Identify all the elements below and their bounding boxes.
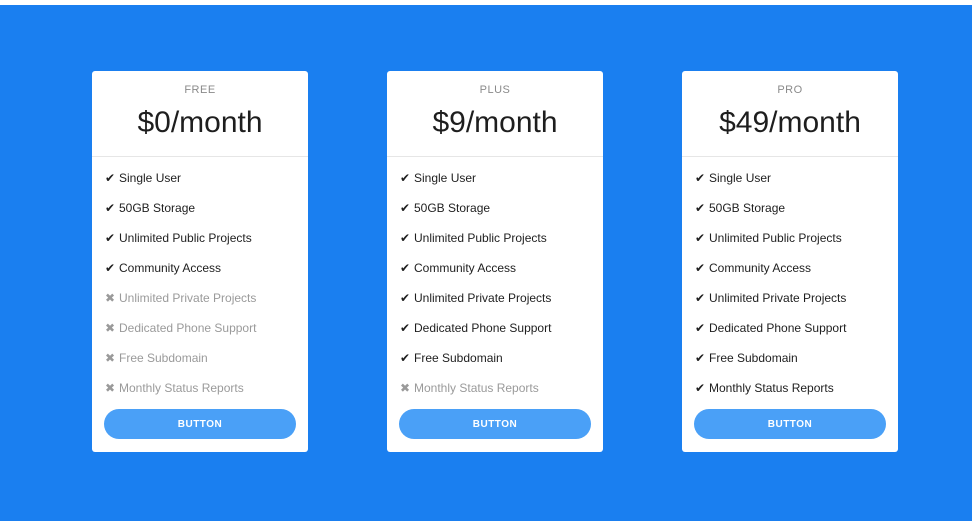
card-header: FREE $0/month	[92, 71, 308, 157]
feature-item: ✔ Dedicated Phone Support	[400, 321, 603, 351]
feature-list: ✔ Single User ✔ 50GB Storage ✔ Unlimited Publ…	[387, 157, 603, 411]
check-icon: ✔	[400, 201, 411, 215]
plus-plan-button[interactable]: BUTTON	[399, 409, 591, 439]
feature-label: Unlimited Private Projects	[709, 291, 847, 305]
pricing-card-pro: PRO $49/month ✔ Single User ✔ 50GB Storage ✔…	[682, 71, 898, 452]
free-plan-button[interactable]: BUTTON	[104, 409, 296, 439]
feature-label: Unlimited Public Projects	[414, 231, 547, 245]
feature-label: Community Access	[709, 261, 812, 275]
feature-label: Monthly Status Reports	[414, 381, 539, 395]
feature-item: ✔ 50GB Storage	[105, 201, 308, 231]
feature-item: ✔ Unlimited Private Projects	[400, 291, 603, 321]
pricing-section: FREE $0/month ✔ Single User ✔ 50GB Storage ✔…	[0, 5, 972, 521]
feature-item: ✔ Community Access	[105, 261, 308, 291]
feature-label: 50GB Storage	[709, 201, 786, 215]
feature-item: ✔ Single User	[695, 171, 898, 201]
check-icon: ✔	[400, 321, 411, 335]
check-icon: ✔	[695, 231, 706, 245]
feature-item: ✖ Dedicated Phone Support	[105, 321, 308, 351]
plan-name: PLUS	[479, 84, 511, 96]
check-icon: ✔	[695, 381, 706, 395]
feature-label: Unlimited Private Projects	[119, 291, 257, 305]
card-header: PRO $49/month	[682, 71, 898, 157]
feature-item: ✖ Free Subdomain	[105, 351, 308, 381]
times-icon: ✖	[105, 321, 116, 335]
plan-price: $0/month	[137, 106, 263, 139]
feature-item: ✔ Single User	[105, 171, 308, 201]
plan-name: FREE	[184, 84, 216, 96]
feature-item: ✔ Unlimited Public Projects	[105, 231, 308, 261]
feature-item: ✖ Monthly Status Reports	[400, 381, 603, 411]
feature-label: Unlimited Public Projects	[119, 231, 252, 245]
pricing-card-plus: PLUS $9/month ✔ Single User ✔ 50GB Storage ✔…	[387, 71, 603, 452]
check-icon: ✔	[400, 231, 411, 245]
check-icon: ✔	[695, 351, 706, 365]
feature-item: ✔ Dedicated Phone Support	[695, 321, 898, 351]
feature-label: 50GB Storage	[119, 201, 196, 215]
feature-item: ✔ Community Access	[695, 261, 898, 291]
feature-label: Free Subdomain	[119, 351, 208, 365]
feature-label: Free Subdomain	[709, 351, 798, 365]
times-icon: ✖	[105, 351, 116, 365]
check-icon: ✔	[400, 171, 411, 185]
check-icon: ✔	[695, 291, 706, 305]
check-icon: ✔	[400, 291, 411, 305]
check-icon: ✔	[400, 261, 411, 275]
times-icon: ✖	[400, 381, 411, 395]
check-icon: ✔	[105, 261, 116, 275]
feature-item: ✔ Unlimited Public Projects	[400, 231, 603, 261]
card-header: PLUS $9/month	[387, 71, 603, 157]
feature-label: Single User	[709, 171, 772, 185]
feature-item: ✔ 50GB Storage	[400, 201, 603, 231]
feature-item: ✔ Community Access	[400, 261, 603, 291]
pricing-card-free: FREE $0/month ✔ Single User ✔ 50GB Storage ✔…	[92, 71, 308, 452]
feature-label: Monthly Status Reports	[119, 381, 244, 395]
check-icon: ✔	[400, 351, 411, 365]
feature-label: Monthly Status Reports	[709, 381, 834, 395]
feature-item: ✔ Single User	[400, 171, 603, 201]
feature-label: Community Access	[414, 261, 517, 275]
plan-name: PRO	[777, 84, 803, 96]
plan-price: $9/month	[432, 106, 558, 139]
check-icon: ✔	[105, 201, 116, 215]
feature-label: Dedicated Phone Support	[414, 321, 552, 335]
feature-list: ✔ Single User ✔ 50GB Storage ✔ Unlimited Publ…	[682, 157, 898, 411]
feature-label: Single User	[119, 171, 182, 185]
check-icon: ✔	[695, 261, 706, 275]
plan-price: $49/month	[719, 106, 861, 139]
feature-label: Single User	[414, 171, 477, 185]
feature-item: ✔ 50GB Storage	[695, 201, 898, 231]
times-icon: ✖	[105, 381, 116, 395]
check-icon: ✔	[695, 201, 706, 215]
feature-item: ✔ Unlimited Private Projects	[695, 291, 898, 321]
feature-item: ✔ Free Subdomain	[695, 351, 898, 381]
feature-item: ✖ Unlimited Private Projects	[105, 291, 308, 321]
check-icon: ✔	[695, 321, 706, 335]
check-icon: ✔	[105, 231, 116, 245]
feature-label: Free Subdomain	[414, 351, 503, 365]
feature-item: ✖ Monthly Status Reports	[105, 381, 308, 411]
feature-label: Unlimited Private Projects	[414, 291, 552, 305]
feature-label: 50GB Storage	[414, 201, 491, 215]
feature-label: Dedicated Phone Support	[119, 321, 257, 335]
feature-label: Unlimited Public Projects	[709, 231, 842, 245]
feature-item: ✔ Unlimited Public Projects	[695, 231, 898, 261]
times-icon: ✖	[105, 291, 116, 305]
feature-label: Community Access	[119, 261, 222, 275]
pro-plan-button[interactable]: BUTTON	[694, 409, 886, 439]
feature-item: ✔ Monthly Status Reports	[695, 381, 898, 411]
feature-item: ✔ Free Subdomain	[400, 351, 603, 381]
feature-label: Dedicated Phone Support	[709, 321, 847, 335]
check-icon: ✔	[105, 171, 116, 185]
check-icon: ✔	[695, 171, 706, 185]
feature-list: ✔ Single User ✔ 50GB Storage ✔ Unlimited Publ…	[92, 157, 308, 411]
